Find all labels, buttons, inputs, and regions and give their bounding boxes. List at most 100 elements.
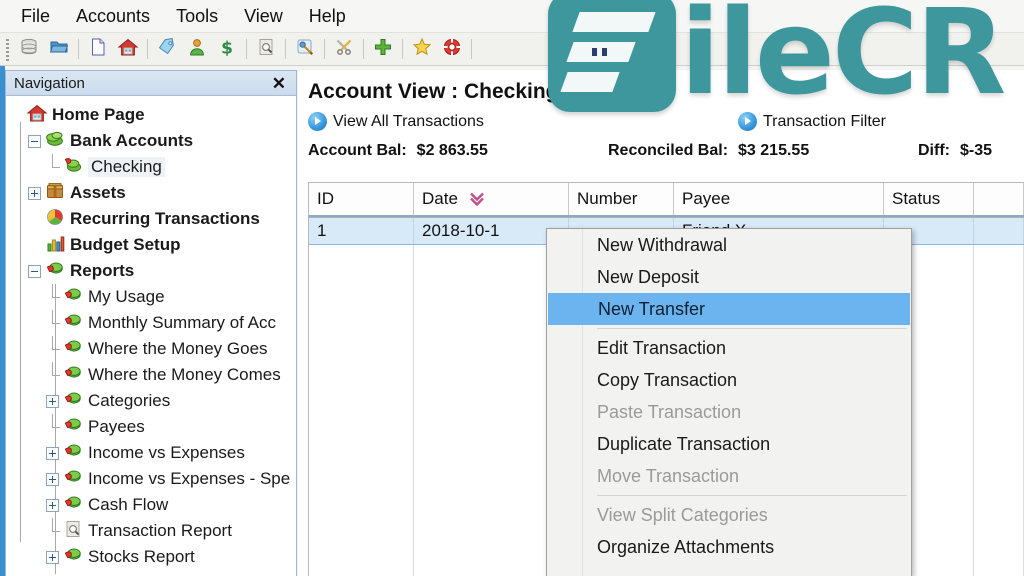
menu-item-tools[interactable]: Tools bbox=[163, 3, 231, 30]
table-empty-cell bbox=[309, 301, 414, 329]
sidebar-item-bank-accounts[interactable]: Bank Accounts bbox=[6, 128, 296, 154]
context-menu-item-duplicate-transaction[interactable]: Duplicate Transaction bbox=[547, 428, 911, 460]
column-header-label: Number bbox=[577, 189, 638, 208]
column-header-date[interactable]: Date bbox=[414, 183, 569, 215]
table-cell-id: 1 bbox=[309, 218, 414, 244]
sidebar-item-categories[interactable]: Categories bbox=[6, 388, 296, 414]
tree-expand-toggle[interactable] bbox=[46, 498, 59, 512]
toolbar-separator bbox=[363, 39, 364, 59]
column-header-label: Status bbox=[892, 189, 941, 208]
sidebar-item-where-the-money-comes[interactable]: Where the Money Comes bbox=[6, 362, 296, 388]
tree-expand-toggle[interactable] bbox=[46, 472, 59, 486]
star-icon bbox=[412, 37, 432, 62]
menu-item-view[interactable]: View bbox=[231, 3, 296, 30]
menu-item-help[interactable]: Help bbox=[296, 3, 359, 30]
tree-expand-toggle[interactable] bbox=[28, 186, 41, 200]
toolbar-separator bbox=[324, 39, 325, 59]
close-icon[interactable]: ✕ bbox=[268, 75, 290, 92]
sidebar-item-where-the-money-goes[interactable]: Where the Money Goes bbox=[6, 336, 296, 362]
sidebar-item-home-page[interactable]: Home Page bbox=[6, 102, 296, 128]
context-menu-item-new-withdrawal[interactable]: New Withdrawal bbox=[547, 229, 911, 261]
sidebar-item-cash-flow[interactable]: Cash Flow bbox=[6, 492, 296, 518]
account-icon bbox=[63, 155, 83, 180]
sidebar-item-income-vs-expenses[interactable]: Income vs Expenses bbox=[6, 440, 296, 466]
column-header-number[interactable]: Number bbox=[569, 183, 674, 215]
tree-collapse-toggle[interactable] bbox=[28, 264, 41, 278]
balance-group-1: Reconciled Bal: $3 215.55 bbox=[608, 142, 809, 160]
balance-label: Reconciled Bal: bbox=[608, 142, 729, 159]
sidebar-item-payees[interactable]: Payees bbox=[6, 414, 296, 440]
context-menu-item-new-transfer[interactable]: New Transfer bbox=[548, 293, 910, 325]
toolbar-lifebuoy-icon[interactable] bbox=[437, 35, 467, 63]
table-empty-cell bbox=[974, 497, 1024, 525]
tree-expand-toggle[interactable] bbox=[46, 446, 59, 460]
context-menu-item-new-deposit[interactable]: New Deposit bbox=[547, 261, 911, 293]
sidebar-item-transaction-report[interactable]: Transaction Report bbox=[6, 518, 296, 544]
toolbar-grip[interactable] bbox=[4, 37, 11, 61]
table-cell-extra bbox=[974, 218, 1024, 244]
table-empty-cell bbox=[974, 329, 1024, 357]
transaction-filter-link[interactable]: Transaction Filter bbox=[738, 112, 886, 131]
column-header-extra[interactable] bbox=[974, 183, 1024, 215]
view-all-transactions-link[interactable]: View All Transactions bbox=[308, 112, 484, 131]
menu-item-file[interactable]: File bbox=[8, 3, 63, 30]
table-empty-cell bbox=[974, 553, 1024, 576]
toolbar-tools-icon[interactable] bbox=[329, 35, 359, 63]
toolbar-dollar-icon[interactable]: $ bbox=[212, 35, 242, 63]
context-menu-item-edit-transaction[interactable]: Edit Transaction bbox=[547, 332, 911, 364]
column-header-status[interactable]: Status bbox=[884, 183, 974, 215]
context-menu-item-copy-transaction[interactable]: Copy Transaction bbox=[547, 364, 911, 396]
sidebar-item-assets[interactable]: Assets bbox=[6, 180, 296, 206]
sidebar-item-income-vs-expenses-spe[interactable]: Income vs Expenses - Spe bbox=[6, 466, 296, 492]
toolbar-person-icon[interactable] bbox=[182, 35, 212, 63]
report-icon bbox=[63, 285, 83, 310]
sort-descending-icon[interactable] bbox=[468, 191, 486, 207]
tree-expand-toggle[interactable] bbox=[46, 394, 59, 408]
play-circle-icon bbox=[308, 112, 327, 131]
database-icon bbox=[19, 37, 39, 62]
tree-expand-toggle[interactable] bbox=[46, 550, 59, 564]
sidebar-item-my-usage[interactable]: My Usage bbox=[6, 284, 296, 310]
tree-collapse-toggle[interactable] bbox=[28, 134, 41, 148]
report-icon bbox=[63, 415, 83, 440]
page-title: Account View : Checking bbox=[308, 80, 559, 103]
column-header-payee[interactable]: Payee bbox=[674, 183, 884, 215]
transaction-filter-label: Transaction Filter bbox=[763, 112, 886, 130]
menu-item-accounts[interactable]: Accounts bbox=[63, 3, 163, 30]
assets-icon bbox=[45, 181, 65, 206]
toolbar-wizard-wand-icon[interactable] bbox=[290, 35, 320, 63]
context-menu-separator bbox=[547, 325, 911, 332]
toolbar-star-icon[interactable] bbox=[407, 35, 437, 63]
toolbar-new-document-icon[interactable] bbox=[83, 35, 113, 63]
toolbar-search-document-icon[interactable] bbox=[251, 35, 281, 63]
sidebar-item-monthly-summary-of-acc[interactable]: Monthly Summary of Acc bbox=[6, 310, 296, 336]
column-header-id[interactable]: ID bbox=[309, 183, 414, 215]
table-empty-cell bbox=[974, 469, 1024, 497]
sidebar-item-reports[interactable]: Reports bbox=[6, 258, 296, 284]
column-header-label: Payee bbox=[682, 189, 731, 208]
toolbar-add-plus-icon[interactable] bbox=[368, 35, 398, 63]
sidebar-item-stocks-report[interactable]: Stocks Report bbox=[6, 544, 296, 570]
toolbar-database-icon[interactable] bbox=[14, 35, 44, 63]
sidebar-item-checking[interactable]: Checking bbox=[6, 154, 296, 180]
navigation-title: Navigation bbox=[14, 74, 85, 92]
balance-value: $3 215.55 bbox=[738, 142, 810, 159]
context-menu-item-view-split-categories: View Split Categories bbox=[597, 504, 768, 525]
sidebar-item-budget-setup[interactable]: Budget Setup bbox=[6, 232, 296, 258]
sidebar-item-label: My Usage bbox=[88, 287, 165, 306]
toolbar-home-icon[interactable] bbox=[113, 35, 143, 63]
person-icon bbox=[187, 37, 207, 62]
sidebar-item-label: Income vs Expenses - Spe bbox=[88, 469, 291, 488]
table-empty-cell bbox=[309, 273, 414, 301]
toolbar-tag-icon[interactable] bbox=[152, 35, 182, 63]
report-icon bbox=[63, 311, 83, 336]
transaction-context-menu: New Withdrawal New Deposit New Transfer Edi… bbox=[546, 228, 912, 576]
balance-value: $-35 bbox=[959, 142, 993, 159]
toolbar-open-folder-icon[interactable] bbox=[44, 35, 74, 63]
search-document-icon bbox=[63, 519, 83, 544]
context-menu-item-organize-attachments[interactable]: Organize Attachments bbox=[547, 531, 911, 563]
new-document-icon bbox=[88, 37, 108, 62]
sidebar-item-recurring-transactions[interactable]: Recurring Transactions bbox=[6, 206, 296, 232]
balance-value: $2 863.55 bbox=[416, 142, 488, 159]
grid-header-row: ID Date Number Payee Status bbox=[309, 183, 1024, 217]
